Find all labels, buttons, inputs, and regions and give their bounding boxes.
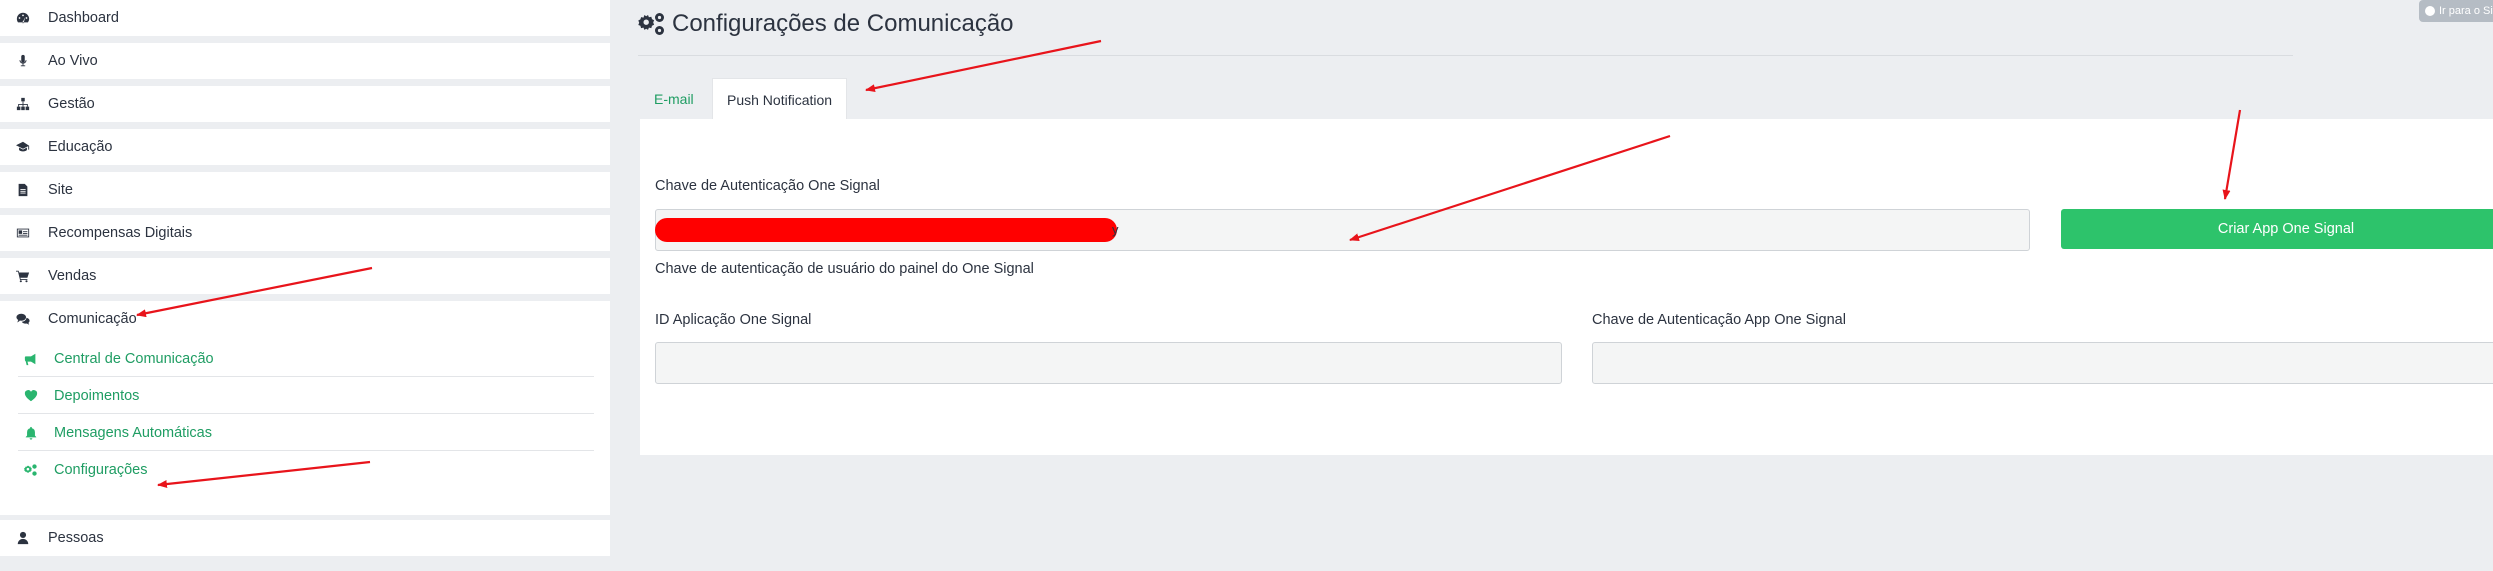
sidebar-item-recompensas-digitais[interactable]: Recompensas Digitais: [0, 215, 610, 251]
page-title: Configurações de Comunicação: [638, 10, 1014, 38]
sidebar: Dashboard Ao Vivo Gestão Educação Site R…: [0, 0, 610, 571]
submenu-item-central-de-comunicacao[interactable]: Central de Comunicação: [18, 341, 594, 377]
sidebar-item-label: Dashboard: [48, 10, 119, 26]
app-key-label: Chave de Autenticação App One Signal: [1592, 312, 1846, 328]
cogs-icon: [22, 461, 40, 479]
app-id-label: ID Aplicação One Signal: [655, 312, 812, 328]
sidebar-item-comunicacao[interactable]: Comunicação: [0, 301, 610, 337]
sidebar-item-label: Site: [48, 182, 73, 198]
shopping-cart-icon: [14, 267, 32, 285]
bell-icon: [22, 424, 40, 442]
create-onesignal-app-button[interactable]: Criar App One Signal: [2061, 209, 2493, 249]
tab-push-notification[interactable]: Push Notification: [712, 78, 848, 120]
sidebar-item-label: Comunicação: [48, 311, 137, 327]
sidebar-item-label: Recompensas Digitais: [48, 225, 193, 241]
external-icon: [2425, 6, 2435, 16]
submenu-item-configuracoes[interactable]: Configurações: [18, 452, 594, 488]
arrow-to-push-tab: [865, 39, 1102, 93]
id-card-icon: [14, 224, 32, 242]
cogs-icon: [638, 10, 666, 38]
tab-email[interactable]: E-mail: [640, 78, 708, 120]
bullhorn-icon: [22, 350, 40, 368]
sidebar-item-label: Pessoas: [48, 530, 104, 546]
comunicacao-submenu: Central de Comunicação Depoimentos Mensa…: [0, 335, 610, 515]
sidebar-item-vendas[interactable]: Vendas: [0, 258, 610, 294]
app-key-input[interactable]: [1592, 342, 2493, 384]
page-title-text: Configurações de Comunicação: [672, 10, 1014, 37]
microphone-icon: [14, 52, 32, 70]
sidebar-item-label: Vendas: [48, 268, 97, 284]
file-icon: [14, 181, 32, 199]
graduation-cap-icon: [14, 138, 32, 156]
sidebar-item-label: Educação: [48, 139, 113, 155]
sidebar-item-dashboard[interactable]: Dashboard: [0, 0, 610, 36]
submenu-item-mensagens-automaticas[interactable]: Mensagens Automáticas: [18, 415, 594, 451]
title-divider: [638, 55, 2293, 56]
auth-key-label: Chave de Autenticação One Signal: [655, 178, 880, 194]
sidebar-item-label: Ao Vivo: [48, 53, 98, 69]
push-notification-panel: [640, 119, 2493, 455]
submenu-item-depoimentos[interactable]: Depoimentos: [18, 378, 594, 414]
auth-key-value: y: [1112, 222, 1119, 237]
sidebar-item-gestao[interactable]: Gestão: [0, 86, 610, 122]
sidebar-item-label: Gestão: [48, 96, 95, 112]
sidebar-item-site[interactable]: Site: [0, 172, 610, 208]
redaction-mark: [655, 218, 1117, 242]
sidebar-item-educacao[interactable]: Educação: [0, 129, 610, 165]
sidebar-item-ao-vivo[interactable]: Ao Vivo: [0, 43, 610, 79]
go-to-site-button[interactable]: Ir para o Site: [2419, 0, 2493, 22]
app-id-input[interactable]: [655, 342, 1562, 384]
sidebar-item-pessoas[interactable]: Pessoas: [0, 520, 610, 556]
auth-key-help-text: Chave de autenticação de usuário do pain…: [655, 261, 1034, 277]
user-icon: [14, 529, 32, 547]
heart-icon: [22, 387, 40, 405]
comments-icon: [14, 310, 32, 328]
dashboard-icon: [14, 9, 32, 27]
sitemap-icon: [14, 95, 32, 113]
